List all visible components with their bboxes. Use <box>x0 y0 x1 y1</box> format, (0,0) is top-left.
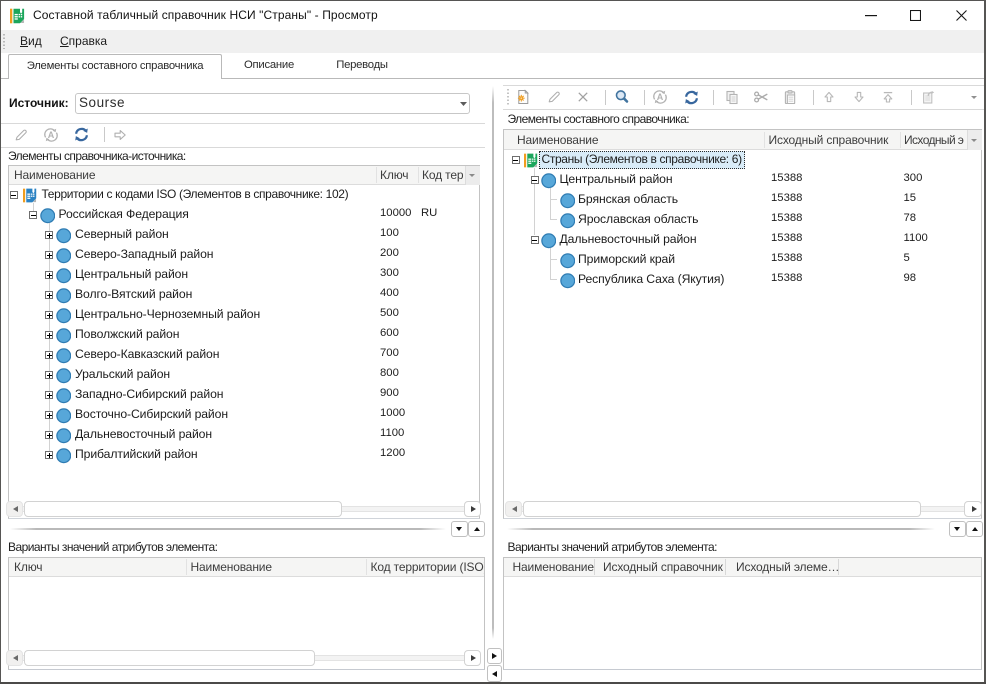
svg-text:A: A <box>48 130 55 140</box>
svg-text:A: A <box>657 92 664 102</box>
